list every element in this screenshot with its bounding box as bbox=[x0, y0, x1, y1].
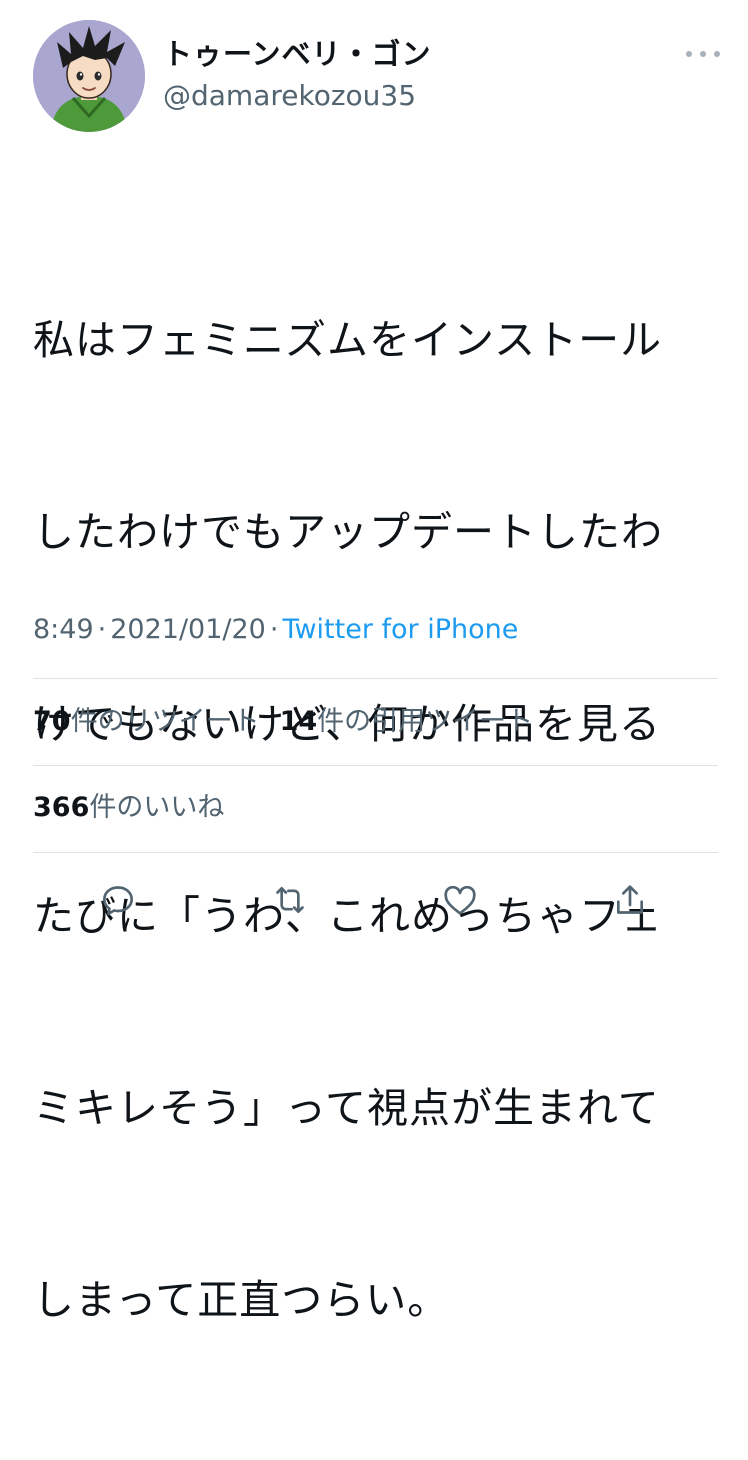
tweet-detail: トゥーンベリ・ゴン @damarekozou35 私はフェミニズムをインストール… bbox=[0, 0, 748, 1324]
tweet-meta: 8:49 · 2021/01/20 · Twitter for iPhone bbox=[33, 612, 518, 648]
author-block: トゥーンベリ・ゴン @damarekozou35 bbox=[163, 36, 432, 114]
avatar[interactable] bbox=[33, 20, 145, 132]
engagement-stats-row: 70件のリツイート 14件の引用ツイート bbox=[33, 704, 553, 740]
retweets-count: 70 bbox=[33, 706, 71, 737]
user-handle[interactable]: @damarekozou35 bbox=[163, 78, 432, 114]
reply-icon[interactable] bbox=[98, 880, 138, 920]
tweet-text-line: したわけでもアップデートしたわ bbox=[33, 508, 663, 556]
tweet-time[interactable]: 8:49 bbox=[33, 614, 94, 645]
more-options-icon[interactable] bbox=[686, 46, 720, 62]
likes-stat[interactable]: 366件のいいね bbox=[33, 792, 224, 823]
retweet-icon[interactable] bbox=[270, 880, 310, 920]
meta-separator: · bbox=[97, 614, 107, 645]
quotes-stat[interactable]: 14件の引用ツイート bbox=[280, 706, 534, 737]
divider bbox=[33, 678, 718, 679]
dot-icon bbox=[714, 51, 720, 57]
meta-separator: · bbox=[269, 614, 279, 645]
tweet-date[interactable]: 2021/01/20 bbox=[110, 614, 266, 645]
quotes-count: 14 bbox=[279, 706, 318, 737]
share-icon[interactable] bbox=[610, 880, 650, 920]
divider bbox=[33, 852, 718, 853]
cartoon-boy-avatar-icon bbox=[33, 20, 145, 132]
tweet-source-link[interactable]: Twitter for iPhone bbox=[282, 614, 518, 645]
like-icon[interactable] bbox=[440, 880, 480, 920]
divider bbox=[33, 765, 718, 766]
quotes-label: 件の引用ツイート bbox=[317, 706, 534, 737]
action-bar bbox=[0, 870, 748, 926]
retweets-stat[interactable]: 70件のリツイート bbox=[33, 706, 260, 737]
dot-icon bbox=[686, 51, 692, 57]
likes-count: 366 bbox=[33, 792, 90, 823]
tweet-text-line: しまって正直つらい。 bbox=[33, 1276, 450, 1324]
likes-label: 件のいいね bbox=[89, 792, 225, 823]
tweet-text-line: ミキレそう」って視点が生まれて bbox=[33, 1084, 660, 1132]
tweet-text-line: 私はフェミニズムをインストール bbox=[33, 316, 663, 364]
retweets-label: 件のリツイート bbox=[70, 706, 260, 737]
dot-icon bbox=[700, 51, 706, 57]
likes-stats-row: 366件のいいね bbox=[33, 790, 244, 826]
display-name[interactable]: トゥーンベリ・ゴン bbox=[163, 36, 432, 72]
